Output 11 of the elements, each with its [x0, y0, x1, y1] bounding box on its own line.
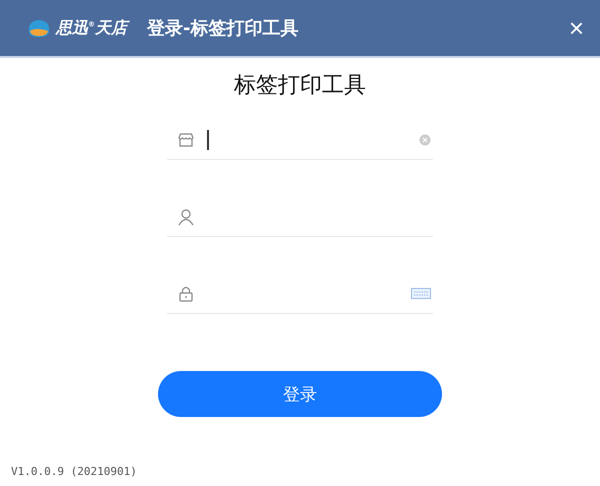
user-icon	[177, 208, 195, 226]
close-button[interactable]: ×	[564, 15, 588, 41]
lock-icon	[177, 284, 195, 302]
window-title: 登录-标签打印工具	[147, 17, 300, 40]
app-heading: 标签打印工具	[234, 72, 366, 100]
version-label: V1.0.0.9 (20210901)	[11, 465, 137, 478]
logo-icon	[26, 17, 52, 39]
keyboard-icon[interactable]	[411, 288, 431, 299]
login-button[interactable]: 登录	[158, 371, 442, 417]
clear-icon[interactable]	[419, 134, 431, 146]
store-icon	[177, 130, 195, 148]
